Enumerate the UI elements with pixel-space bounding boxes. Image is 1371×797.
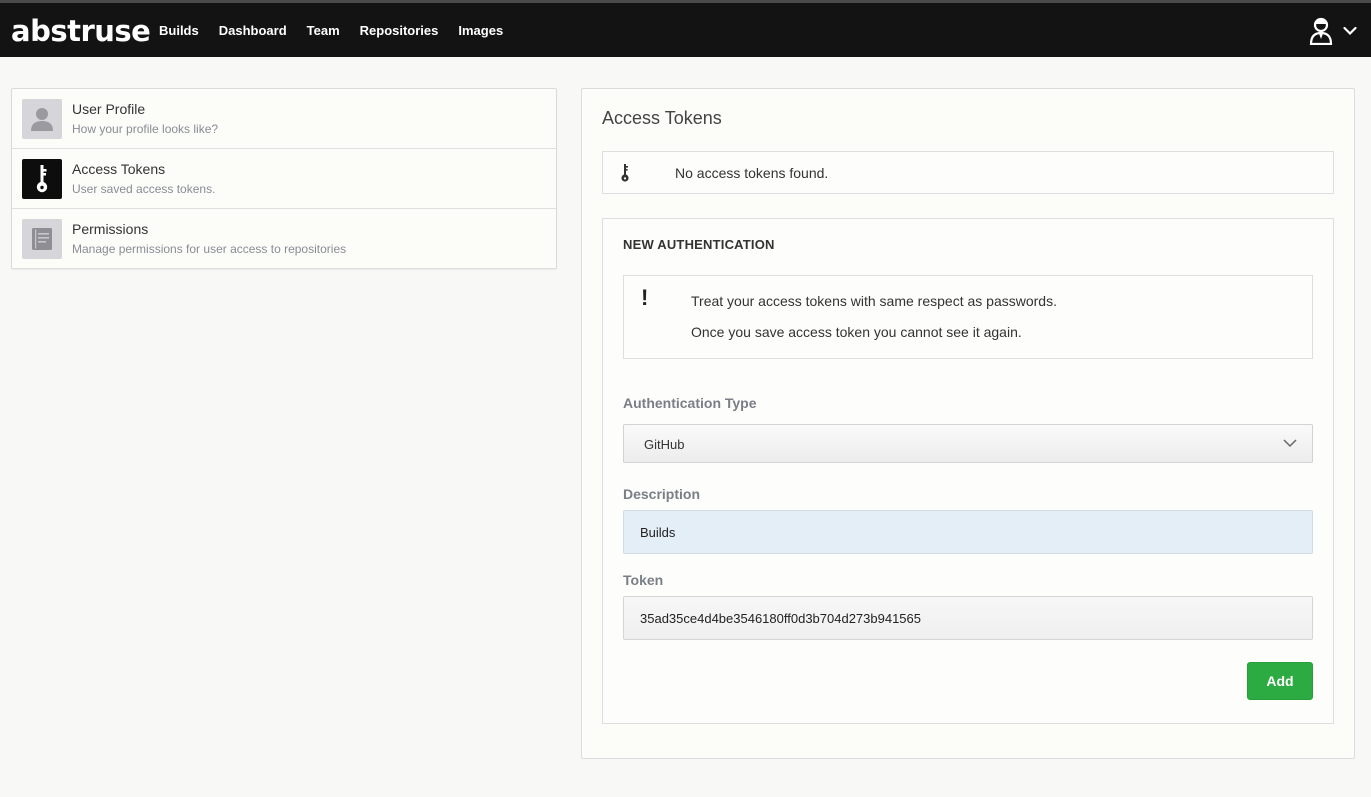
sidebar-item-title: Access Tokens xyxy=(72,161,166,177)
exclamation-icon: ! xyxy=(641,285,649,310)
sidebar-item-access-tokens[interactable]: Access Tokens User saved access tokens. xyxy=(12,149,556,209)
nav-repositories[interactable]: Repositories xyxy=(360,23,439,39)
settings-sidebar: User Profile How your profile looks like… xyxy=(11,88,557,269)
auth-type-label: Authentication Type xyxy=(623,395,757,411)
nav-builds[interactable]: Builds xyxy=(159,23,199,39)
auth-type-select[interactable]: GitHub xyxy=(623,424,1313,463)
chevron-down-icon xyxy=(1343,26,1357,36)
page-title: Access Tokens xyxy=(602,108,722,128)
sidebar-item-subtitle: How your profile looks like? xyxy=(72,122,219,136)
sidebar-item-title: User Profile xyxy=(72,101,146,117)
user-menu[interactable] xyxy=(1309,15,1357,47)
user-avatar-icon xyxy=(1309,17,1333,45)
main-nav: Builds Dashboard Team Repositories Image… xyxy=(159,23,523,39)
token-input[interactable] xyxy=(623,596,1313,640)
description-input[interactable] xyxy=(623,510,1313,554)
nav-team[interactable]: Team xyxy=(307,23,340,39)
description-label: Description xyxy=(623,486,701,502)
card-heading: NEW AUTHENTICATION xyxy=(623,237,775,252)
warning-line-1: Treat your access tokens with same respe… xyxy=(691,293,1057,309)
chevron-down-icon xyxy=(1283,439,1297,448)
empty-tokens-notice: No access tokens found. xyxy=(602,151,1334,194)
sidebar-item-title: Permissions xyxy=(72,221,149,237)
token-label: Token xyxy=(623,572,664,588)
nav-images[interactable]: Images xyxy=(458,23,503,39)
app-logo[interactable]: abstruse xyxy=(11,14,151,48)
security-warning: ! Treat your access tokens with same res… xyxy=(623,275,1313,359)
key-icon xyxy=(621,164,629,182)
sidebar-item-user-profile[interactable]: User Profile How your profile looks like… xyxy=(12,89,556,149)
access-tokens-panel: Access Tokens No access tokens found. NE… xyxy=(581,88,1355,759)
sidebar-item-subtitle: User saved access tokens. xyxy=(72,182,216,196)
sidebar-item-permissions[interactable]: Permissions Manage permissions for user … xyxy=(12,209,556,268)
new-authentication-card: NEW AUTHENTICATION ! Treat your access t… xyxy=(602,218,1334,724)
empty-notice-text: No access tokens found. xyxy=(675,165,829,181)
add-button[interactable]: Add xyxy=(1247,662,1313,700)
user-icon xyxy=(22,99,62,139)
warning-line-2: Once you save access token you cannot se… xyxy=(691,324,1022,340)
sidebar-item-subtitle: Manage permissions for user access to re… xyxy=(72,242,347,256)
key-icon xyxy=(22,159,62,199)
auth-type-value: GitHub xyxy=(644,437,685,452)
nav-dashboard[interactable]: Dashboard xyxy=(219,23,287,39)
document-icon xyxy=(22,219,62,259)
top-navbar: abstruse Builds Dashboard Team Repositor… xyxy=(0,0,1371,57)
